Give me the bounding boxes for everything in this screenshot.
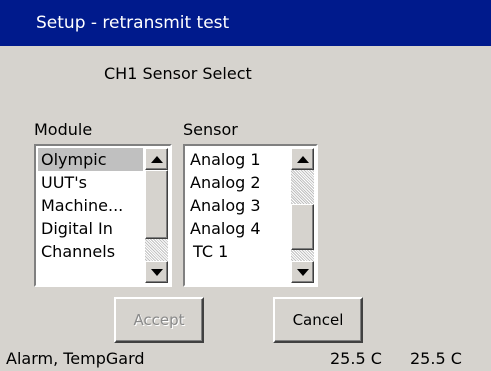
sensor-item-analog-4[interactable]: Analog 4: [187, 217, 289, 240]
arrow-up-icon: [150, 155, 163, 163]
sensor-item-tc-1-label: TC 1: [193, 242, 229, 261]
page-heading: CH1 Sensor Select: [104, 64, 252, 83]
sensor-item-analog-1[interactable]: Analog 1: [187, 148, 289, 171]
arrow-up-icon: [296, 155, 309, 163]
module-item-olympic[interactable]: Olympic: [38, 148, 143, 171]
module-label: Module: [34, 120, 93, 139]
sensor-listbox[interactable]: Analog 1 Analog 2 Analog 3 Analog 4 TC 1: [183, 144, 318, 287]
sensor-scroll-thumb[interactable]: [291, 204, 314, 250]
module-scroll-up-button[interactable]: [145, 148, 168, 170]
window-title: Setup - retransmit test: [36, 13, 230, 33]
module-scroll-down-button[interactable]: [145, 261, 168, 283]
title-bar: Setup - retransmit test: [0, 0, 491, 46]
accept-button[interactable]: Accept: [114, 297, 204, 343]
sensor-item-analog-3[interactable]: Analog 3: [187, 194, 289, 217]
sensor-scrollbar[interactable]: [291, 148, 314, 283]
status-value-1: 25.5 C: [330, 349, 382, 368]
module-scroll-thumb[interactable]: [145, 170, 168, 239]
module-item-digital-in[interactable]: Digital In: [38, 217, 143, 240]
arrow-down-icon: [296, 268, 309, 276]
status-value-2: 25.5 C: [410, 349, 462, 368]
cancel-button[interactable]: Cancel: [273, 297, 363, 343]
sensor-item-analog-2[interactable]: Analog 2: [187, 171, 289, 194]
sensor-scroll-up-button[interactable]: [291, 148, 314, 170]
module-item-channels[interactable]: Channels: [38, 240, 143, 263]
module-item-uuts[interactable]: UUT's: [38, 171, 143, 194]
module-listbox[interactable]: Olympic UUT's Machine... Digital In Chan…: [34, 144, 172, 287]
sensor-label: Sensor: [183, 120, 238, 139]
sensor-scroll-down-button[interactable]: [291, 261, 314, 283]
status-message: Alarm, TempGard: [6, 349, 145, 368]
module-scrollbar[interactable]: [145, 148, 168, 283]
module-item-machine[interactable]: Machine...: [38, 194, 143, 217]
arrow-down-icon: [150, 268, 163, 276]
sensor-item-tc-1[interactable]: TC 1: [187, 240, 289, 263]
